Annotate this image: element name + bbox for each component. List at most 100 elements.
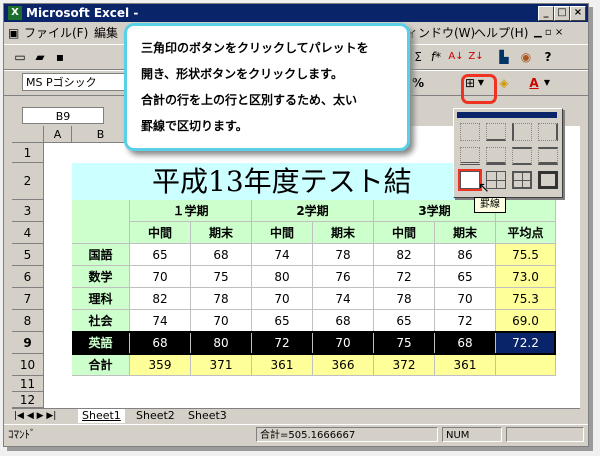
font-color-dropdown-icon[interactable]: ▼ — [542, 74, 552, 92]
score-cell[interactable]: 65 — [374, 310, 435, 332]
fill-color-icon[interactable]: ◈ — [494, 74, 514, 92]
border-thick-outline-button[interactable] — [538, 171, 558, 189]
score-cell[interactable]: 65 — [435, 266, 496, 288]
subheader-cell[interactable]: 期末 — [191, 222, 252, 244]
subject-label[interactable]: 社会 — [72, 310, 130, 332]
score-cell[interactable]: 65 — [252, 310, 313, 332]
score-cell[interactable]: 65 — [130, 244, 191, 266]
score-cell[interactable]: 82 — [130, 288, 191, 310]
score-cell[interactable]: 76 — [313, 266, 374, 288]
subheader-cell[interactable]: 中間 — [374, 222, 435, 244]
score-cell[interactable]: 78 — [313, 244, 374, 266]
subject-label[interactable]: 合計 — [72, 354, 130, 376]
tab-sheet1[interactable]: Sheet1 — [78, 409, 125, 423]
score-cell[interactable]: 361 — [252, 354, 313, 376]
score-cell[interactable]: 70 — [191, 310, 252, 332]
row-header-5[interactable]: 5 — [12, 244, 44, 266]
subject-label[interactable]: 国語 — [72, 244, 130, 266]
score-cell[interactable]: 68 — [313, 310, 374, 332]
column-header-a[interactable]: A — [44, 126, 72, 143]
row-header-10[interactable]: 10 — [12, 354, 44, 376]
score-cell[interactable]: 70 — [252, 288, 313, 310]
sort-descending-icon[interactable]: Z↓ — [466, 48, 486, 66]
subheader-cell[interactable]: 中間 — [252, 222, 313, 244]
score-cell[interactable]: 72 — [374, 266, 435, 288]
row-header-2[interactable]: 2 — [12, 163, 44, 200]
subheader-cell[interactable]: 期末 — [313, 222, 374, 244]
chart-icon[interactable]: ▙ — [494, 48, 514, 66]
score-cell[interactable]: 359 — [130, 354, 191, 376]
average-cell[interactable]: 75.3 — [496, 288, 556, 310]
average-cell[interactable] — [496, 354, 556, 376]
score-cell[interactable]: 75 — [191, 266, 252, 288]
subject-label[interactable]: 数学 — [72, 266, 130, 288]
border-top-thick-bottom-button[interactable] — [538, 147, 558, 165]
row-header-6[interactable]: 6 — [12, 266, 44, 288]
excel-doc-icon[interactable]: ▣ — [8, 23, 19, 43]
percent-icon[interactable]: % — [408, 74, 428, 92]
score-cell[interactable]: 372 — [374, 354, 435, 376]
menu-window[interactable]: ィンドウ(W) — [406, 23, 475, 43]
average-cell[interactable]: 75.5 — [496, 244, 556, 266]
score-cell[interactable]: 78 — [191, 288, 252, 310]
close-button[interactable]: × — [570, 6, 586, 21]
term-header-2[interactable]: 2学期 — [252, 200, 374, 222]
sigma-icon[interactable]: Σ — [408, 48, 428, 66]
score-cell[interactable]: 74 — [313, 288, 374, 310]
open-icon[interactable]: ▰ — [30, 48, 50, 66]
tab-sheet2[interactable]: Sheet2 — [132, 409, 179, 423]
row-header-9[interactable]: 9 — [12, 332, 44, 354]
header-corner-cell[interactable] — [72, 200, 130, 244]
score-cell[interactable]: 78 — [374, 288, 435, 310]
subject-label[interactable]: 理科 — [72, 288, 130, 310]
border-thick-bottom-button[interactable] — [486, 147, 506, 165]
border-double-bottom-button[interactable] — [460, 147, 480, 165]
function-icon[interactable]: f* — [426, 48, 446, 66]
border-grid-thick-button[interactable] — [512, 171, 532, 189]
border-right-button[interactable] — [538, 123, 558, 141]
score-cell[interactable]: 371 — [191, 354, 252, 376]
term-header-1[interactable]: １学期 — [130, 200, 252, 222]
tab-scroll-icons[interactable]: |◀ ◀ ▶ ▶| — [14, 409, 56, 423]
average-cell[interactable]: 69.0 — [496, 310, 556, 332]
score-cell[interactable]: 86 — [435, 244, 496, 266]
subheader-cell[interactable]: 中間 — [130, 222, 191, 244]
row-header-8[interactable]: 8 — [12, 310, 44, 332]
sheet-title[interactable]: 平成13年度テスト結 — [72, 163, 492, 200]
row-header-3[interactable]: 3 — [12, 200, 44, 222]
subheader-cell[interactable]: 期末 — [435, 222, 496, 244]
average-header[interactable]: 平均点 — [496, 222, 556, 244]
border-top-bottom-button[interactable] — [512, 147, 532, 165]
average-cell[interactable]: 73.0 — [496, 266, 556, 288]
row-header-1[interactable]: 1 — [12, 143, 44, 163]
select-all-corner[interactable] — [12, 126, 44, 143]
tab-sheet3[interactable]: Sheet3 — [184, 409, 231, 423]
score-cell[interactable]: 72 — [435, 310, 496, 332]
score-cell[interactable]: 82 — [374, 244, 435, 266]
help-icon[interactable]: ? — [538, 48, 558, 66]
border-bottom-button[interactable] — [486, 123, 506, 141]
row-header-12[interactable]: 12 — [12, 392, 44, 408]
maximize-button[interactable]: □ — [554, 6, 570, 21]
column-header-b[interactable]: B — [72, 126, 130, 143]
score-cell[interactable]: 361 — [435, 354, 496, 376]
font-color-icon[interactable]: A — [524, 74, 544, 92]
sort-ascending-icon[interactable]: A↓ — [446, 48, 466, 66]
score-cell[interactable]: 80 — [252, 266, 313, 288]
border-thick-box-selected-button[interactable] — [458, 169, 482, 191]
score-cell[interactable]: 68 — [191, 244, 252, 266]
score-cell[interactable]: 74 — [130, 310, 191, 332]
score-cell[interactable]: 74 — [252, 244, 313, 266]
row-header-11[interactable]: 11 — [12, 376, 44, 392]
minimize-button[interactable]: _ — [538, 6, 554, 21]
row-header-7[interactable]: 7 — [12, 288, 44, 310]
border-left-button[interactable] — [512, 123, 532, 141]
name-box[interactable]: B9 — [22, 107, 104, 124]
border-none-button[interactable] — [460, 123, 480, 141]
score-cell[interactable]: 366 — [313, 354, 374, 376]
menu-edit[interactable]: 編集 — [94, 23, 118, 43]
palette-title-bar[interactable] — [457, 112, 557, 118]
menu-file[interactable]: ファイル(F) — [24, 23, 88, 43]
doc-window-buttons[interactable]: ▁ ▫ × — [534, 23, 563, 43]
new-icon[interactable]: ▭ — [10, 48, 30, 66]
